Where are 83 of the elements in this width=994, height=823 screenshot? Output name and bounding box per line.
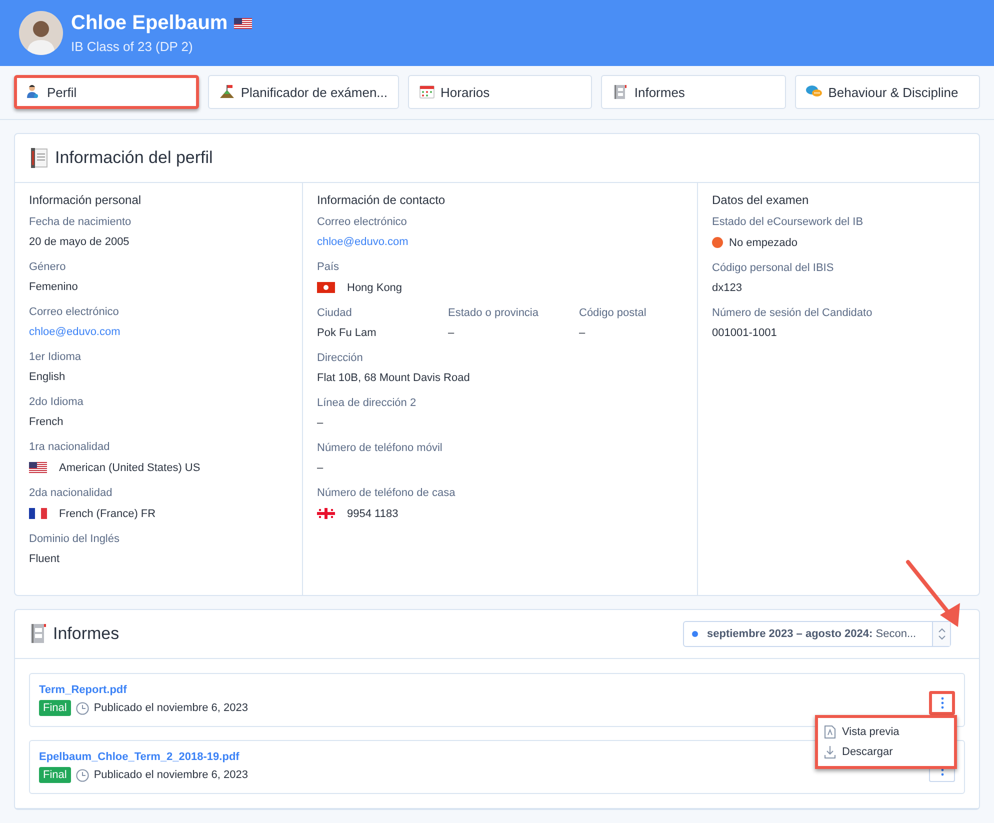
field-value: Fluent <box>29 553 61 565</box>
field-value: English <box>29 371 66 383</box>
tab[interactable]: Horarios <box>408 75 592 109</box>
field-label: Correo electrónico <box>29 306 120 318</box>
card-title: Información del perfil <box>55 148 213 168</box>
status-badge: Final <box>39 767 71 783</box>
field-value: French <box>29 416 64 428</box>
field-value: Pok Fu Lam <box>317 327 378 339</box>
tab[interactable]: Perfil <box>14 75 199 109</box>
field-label: Estado o provincia <box>448 307 540 319</box>
field-label: Dominio del Inglés <box>29 533 120 545</box>
field-label: Estado del eCoursework del IB <box>712 216 864 228</box>
download-icon <box>824 745 836 759</box>
clock-icon <box>76 768 89 782</box>
flag-icon <box>234 18 252 29</box>
notebook-icon <box>612 84 628 100</box>
flag-icon <box>29 508 47 519</box>
notebook-icon <box>29 623 47 645</box>
chevron-button[interactable] <box>932 622 950 646</box>
email-link[interactable]: chloe@eduvo.com <box>317 236 683 248</box>
field-value: – <box>317 462 324 474</box>
document-icon <box>824 725 836 739</box>
field-value: 20 de mayo de 2005 <box>29 236 130 248</box>
field-value: – <box>448 327 456 339</box>
student-name: Chloe Epelbaum <box>71 12 228 35</box>
person-icon <box>25 84 41 100</box>
tab[interactable]: Informes <box>601 75 786 109</box>
flag-icon <box>317 282 335 293</box>
field-label: Género <box>29 261 67 273</box>
field-label: Número de sesión del Candidato <box>712 307 874 319</box>
chevron-icon <box>938 627 946 641</box>
calendar-icon <box>418 84 435 100</box>
tab[interactable]: Behaviour & Discipline <box>795 75 980 109</box>
field-label: 2do Idioma <box>29 396 84 408</box>
field-label: País <box>317 261 340 273</box>
field-label: Número de teléfono móvil <box>317 442 444 454</box>
field-label: 1ra nacionalidad <box>29 441 111 453</box>
hill-flag-icon <box>218 84 235 100</box>
field-value: 001001-1001 <box>712 327 778 339</box>
report-link[interactable]: Epelbaum_Chloe_Term_2_2018-19.pdf <box>39 751 248 763</box>
field-value: Hong Kong <box>347 282 402 294</box>
email-link[interactable]: chloe@eduvo.com <box>29 326 288 338</box>
annotation-arrow <box>906 560 960 627</box>
notebook-icon <box>29 147 49 169</box>
field-label: 1er Idioma <box>29 351 82 363</box>
avatar <box>19 11 63 55</box>
field-value: Flat 10B, 68 Mount Davis Road <box>317 372 471 384</box>
menu-item[interactable]: Vista previa <box>818 722 954 742</box>
field-label: Código personal del IBIS <box>712 262 835 274</box>
kebab-icon <box>940 697 944 709</box>
field-label: Fecha de nacimiento <box>29 216 132 228</box>
field-value: 9954 1183 <box>347 508 398 520</box>
field-value: French (France) FR <box>59 508 156 520</box>
field-label: Línea de dirección 2 <box>317 397 418 409</box>
field-label: Número de teléfono de casa <box>317 487 456 499</box>
field-label: Código postal <box>579 307 648 319</box>
field-value: American (United States) US <box>59 462 200 474</box>
menu-item[interactable]: Descargar <box>818 742 954 762</box>
section-title: Información personal <box>29 193 142 207</box>
field-value: – <box>579 327 586 339</box>
status-badge: Final <box>39 700 71 716</box>
field-value: No empezado <box>729 236 798 248</box>
field-label: Ciudad <box>317 307 353 319</box>
more-button[interactable] <box>929 691 955 715</box>
section-title: Información de contacto <box>317 193 446 207</box>
publish-date: Publicado el noviembre 6, 2023 <box>94 702 248 714</box>
clock-icon <box>76 702 89 714</box>
flag-icon <box>317 508 335 519</box>
student-class: IB Class of 23 (DP 2) <box>71 39 194 54</box>
field-value: Femenino <box>29 281 79 293</box>
field-value: dx123 <box>712 282 743 294</box>
field-label: Dirección <box>317 352 364 364</box>
publish-date: Publicado el noviembre 6, 2023 <box>94 769 248 781</box>
tab[interactable]: Planificador de exámen... <box>208 75 399 109</box>
card-title: Informes <box>53 624 120 644</box>
field-label: Correo electrónico <box>317 216 408 228</box>
section-title: Datos del examen <box>712 193 810 207</box>
period-value: septiembre 2023 – agosto 2024: Secon... <box>707 628 916 640</box>
flag-icon <box>29 462 47 473</box>
report-link[interactable]: Term_Report.pdf <box>39 684 248 696</box>
field-value: – <box>317 417 324 429</box>
period-select[interactable]: septiembre 2023 – agosto 2024: Secon... <box>683 621 951 647</box>
field-label: 2da nacionalidad <box>29 487 114 499</box>
